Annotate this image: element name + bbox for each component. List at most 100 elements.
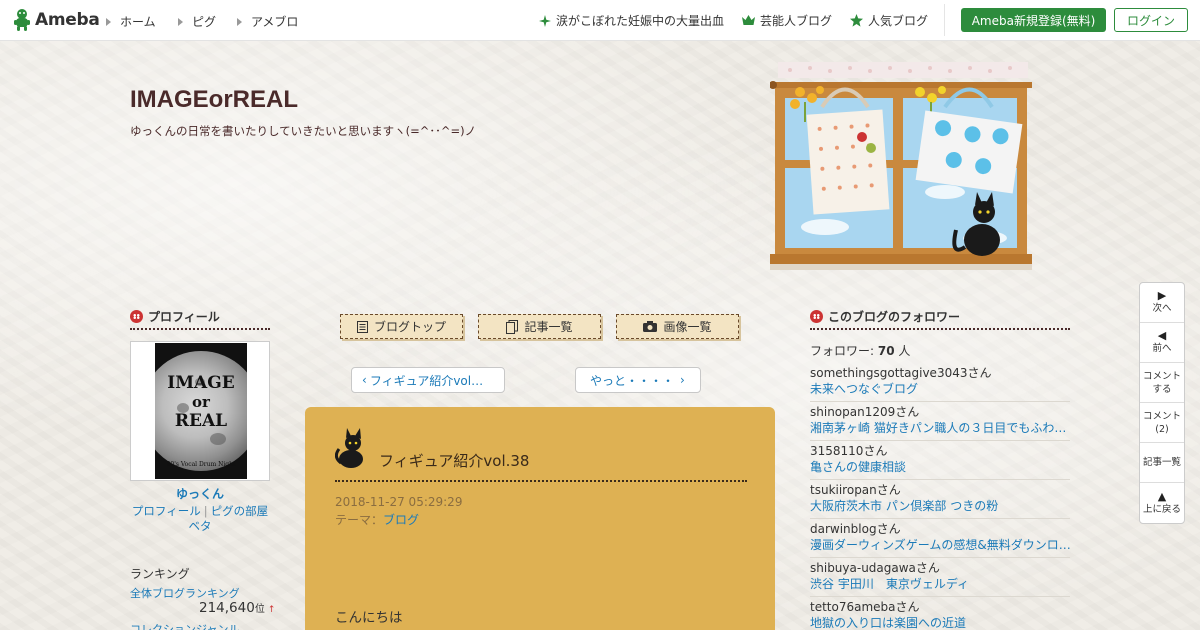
comments-label-1: コメント [1142, 410, 1181, 422]
follower-name: darwinblogさん [810, 520, 1070, 536]
global-header: Ameba ホーム ピグ アメブロ 涙がこぼれた妊娠中の大量出血 芸能人ブログ … [0, 0, 1200, 41]
pigg-room-link[interactable]: ピグの部屋 [211, 504, 269, 518]
article-theme-prefix: テーマ： [335, 513, 384, 527]
follower-name: tetto76amebaさん [810, 598, 1070, 614]
profile-image-caption: 90's Vocal Drum Night [166, 461, 236, 468]
overall-ranking-value: 214,640位 ↑ [199, 600, 275, 616]
article-list-label: 記事一覧 [524, 320, 573, 334]
next-button[interactable]: ▶ 次へ [1140, 283, 1184, 323]
follower-blog-link[interactable]: 未来へつなぐブログ [810, 380, 1070, 396]
follower-blog-link[interactable]: 渋谷 宇田川 東京ヴェルディ [810, 575, 1070, 591]
follower-blog-link[interactable]: 地獄の入り口は楽園への近道 [810, 614, 1070, 630]
followers-heading-label: このブログのフォロワー [828, 310, 961, 324]
list-item: tetto76amebaさん 地獄の入り口は楽園への近道 [810, 598, 1070, 630]
profile-name-link[interactable]: ゆっくん [130, 485, 270, 502]
pigg-room-link-suffix[interactable]: ベタ [189, 519, 212, 533]
follower-suffix: さん [876, 522, 901, 536]
ranking-unit: 位 [254, 604, 265, 615]
follower-count-value: 70 [877, 344, 895, 358]
profile-image[interactable]: IMAGE or REAL 90's Vocal Drum Night [155, 343, 247, 479]
article-list-float-button[interactable]: 記事一覧 [1140, 443, 1184, 483]
nav-home-label: ホーム [120, 15, 156, 29]
back-to-top-button[interactable]: ▲ 上に戻る [1140, 483, 1184, 523]
trending-link[interactable]: 涙がこぼれた妊娠中の大量出血 [539, 12, 724, 29]
profile-image-text-2: or [192, 393, 210, 411]
nav-home[interactable]: ホーム [106, 13, 156, 30]
article-title[interactable]: フィギュア紹介vol.38 [379, 450, 529, 471]
blog-title[interactable]: IMAGEorREAL [130, 86, 298, 114]
image-list-button[interactable]: 画像一覧 [616, 314, 739, 339]
comments-count: (2) [1155, 423, 1169, 435]
triangle-icon [237, 17, 242, 26]
follower-suffix: さん [863, 444, 888, 458]
register-button[interactable]: Ameba新規登録(無料) [961, 8, 1106, 32]
follower-blog-link[interactable]: 亀さんの健康相談 [810, 458, 1070, 474]
follower-suffix: さん [915, 561, 940, 575]
crown-icon [742, 15, 755, 25]
chevron-right-icon: › [680, 373, 685, 387]
follower-blog-link[interactable]: 大阪府茨木市 パン倶楽部 つきの粉 [810, 497, 1070, 513]
follower-divider [810, 518, 1070, 519]
document-icon [356, 320, 368, 333]
list-item: somethingsgottagive3043さん 未来へつなぐブログ [810, 364, 1070, 402]
article-date: 2018-11-27 05:29:29 [335, 495, 463, 509]
collection-genre-link[interactable]: コレクションジャンル [130, 621, 239, 630]
follower-suffix: さん [895, 600, 920, 614]
play-right-icon: ▶ [1157, 289, 1167, 302]
follower-suffix: さん [876, 483, 901, 497]
list-item: shibuya-udagawaさん 渋谷 宇田川 東京ヴェルディ [810, 559, 1070, 597]
list-item: 3158110さん 亀さんの健康相談 [810, 442, 1070, 480]
profile-image-frame[interactable]: IMAGE or REAL 90's Vocal Drum Night [130, 341, 270, 481]
popular-blog-link[interactable]: 人気ブログ [850, 12, 928, 29]
back-to-top-label: 上に戻る [1142, 503, 1181, 515]
nav-pigg-label: ピグ [192, 15, 217, 29]
profile-links: プロフィール | ピグの部屋 ベタ [130, 504, 270, 534]
follower-id: tetto76ameba [810, 600, 896, 614]
blog-top-label: ブログトップ [373, 320, 446, 334]
list-item: shinopan1209さん 湘南茅ヶ崎 猫好きパン職人の３日目でもふわ… [810, 403, 1070, 441]
follower-id: 3158110 [810, 444, 864, 458]
ranking-number: 214,640 [199, 600, 255, 616]
list-item: darwinblogさん 漫画ダーウィンズゲームの感想&無料ダウンロ… [810, 520, 1070, 558]
camera-icon [643, 321, 658, 332]
ameba-logo[interactable]: Ameba [12, 8, 100, 32]
overall-ranking-link[interactable]: 全体ブログランキング [130, 585, 240, 601]
follower-divider [810, 401, 1070, 402]
follower-divider [810, 557, 1070, 558]
login-button[interactable]: ログイン [1114, 8, 1188, 32]
article-theme: テーマ：ブログ [335, 511, 419, 528]
follower-id: tsukiiropan [810, 483, 877, 497]
article-theme-link[interactable]: ブログ [383, 513, 419, 527]
follower-count: フォロワー: 70 人 [810, 342, 910, 359]
moon-crater [210, 433, 226, 445]
nav-pigg[interactable]: ピグ [178, 13, 216, 30]
follower-blog-link[interactable]: 湘南茅ヶ崎 猫好きパン職人の３日目でもふわ… [810, 419, 1070, 435]
follower-name: shinopan1209さん [810, 403, 1070, 419]
follower-blog-link[interactable]: 漫画ダーウィンズゲームの感想&無料ダウンロ… [810, 536, 1070, 552]
profile-heading: プロフィール [130, 308, 220, 325]
comment-button[interactable]: コメント する [1140, 363, 1184, 403]
profile-link[interactable]: プロフィール [132, 504, 201, 518]
next-article-button[interactable]: やっと・・・・ › [575, 367, 701, 393]
article-list-float-label: 記事一覧 [1142, 457, 1181, 468]
comments-count-button[interactable]: コメント (2) [1140, 403, 1184, 443]
follower-divider [810, 440, 1070, 441]
star-icon [850, 14, 863, 27]
article-title-divider [335, 480, 747, 482]
header-divider [944, 4, 945, 36]
follower-name: somethingsgottagive3043さん [810, 364, 1070, 380]
article-list-button[interactable]: 記事一覧 [478, 314, 601, 339]
next-label: 次へ [1152, 303, 1172, 314]
prev-article-button[interactable]: ‹ フィギュア紹介vol… [351, 367, 505, 393]
triangle-icon [106, 17, 111, 26]
celebrity-blog-link[interactable]: 芸能人ブログ [742, 12, 832, 29]
triangle-up-icon: ▲ [1157, 489, 1167, 503]
prev-button[interactable]: ◀ 前へ [1140, 323, 1184, 363]
profile-image-text-1: IMAGE [167, 373, 235, 393]
blog-top-button[interactable]: ブログトップ [340, 314, 463, 339]
triangle-icon [178, 17, 183, 26]
link-separator: | [203, 504, 208, 518]
nav-ameblo[interactable]: アメブロ [237, 13, 298, 30]
prev-label: 前へ [1152, 343, 1172, 354]
trending-link-label: 涙がこぼれた妊娠中の大量出血 [556, 14, 725, 28]
